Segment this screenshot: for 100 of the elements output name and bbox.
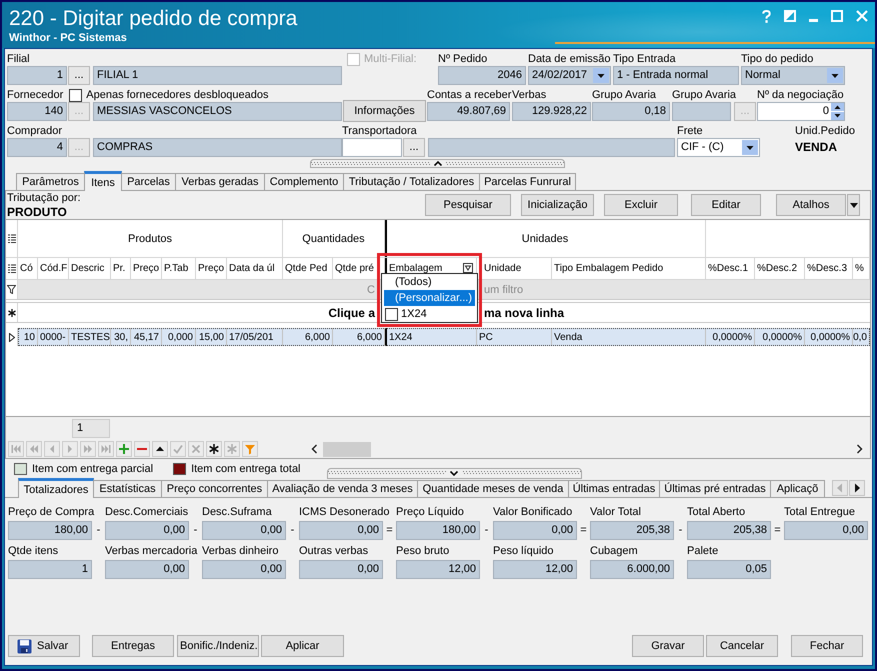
toolbar-button[interactable]: Excluir (604, 194, 678, 216)
dropdown-field[interactable]: CIF - (C) (677, 138, 760, 157)
splitter-handle[interactable] (326, 468, 582, 479)
tab[interactable]: Quantidade meses de venda (417, 480, 569, 497)
column-header[interactable]: %Desc.2 (757, 263, 798, 274)
column-header[interactable]: Qtde Ped (285, 263, 328, 274)
lookup-button[interactable]: ... (403, 138, 425, 157)
value-field[interactable]: 205,38 (590, 521, 674, 540)
value-field[interactable]: 0,00 (299, 521, 383, 540)
plus-icon[interactable] (116, 441, 132, 457)
tab[interactable]: Últimas pré entradas (659, 480, 771, 497)
footer-button[interactable]: Fechar (791, 635, 863, 657)
tab[interactable]: Parâmetros (16, 173, 85, 190)
name-field[interactable]: MESSIAS VASCONCELOS (93, 102, 342, 121)
tab[interactable]: Parcelas (121, 173, 176, 190)
column-chooser-icon[interactable] (8, 264, 16, 273)
column-header[interactable]: Data da úl (229, 263, 275, 274)
column-header[interactable]: Preço (133, 263, 160, 274)
dropdown-field[interactable]: 24/02/2017 (528, 66, 611, 85)
column-header[interactable]: Unidade (484, 263, 522, 274)
value-field[interactable]: 0,18 (592, 102, 670, 121)
toolbar-button[interactable]: Inicialização (521, 194, 594, 216)
toolbar-button[interactable]: Editar (691, 194, 761, 216)
tab[interactable]: Preço concorrentes (161, 480, 268, 497)
scroll-right-icon[interactable] (856, 444, 863, 454)
name-field[interactable]: FILIAL 1 (93, 66, 342, 85)
column-header[interactable]: Cód.F (40, 263, 68, 274)
code-field[interactable]: 140 (7, 102, 67, 121)
maximize-icon[interactable] (831, 10, 843, 22)
column-header[interactable]: Tipo Embalagem Pedido (554, 263, 664, 274)
column-header[interactable]: Pr. (113, 263, 126, 274)
value-field[interactable]: 49.807,69 (427, 102, 510, 121)
value-field[interactable]: 0,00 (202, 521, 286, 540)
value-field[interactable]: 205,38 (687, 521, 771, 540)
value-field[interactable]: 0,00 (784, 521, 868, 540)
spin-up-icon[interactable] (831, 103, 844, 111)
name-field[interactable] (428, 138, 675, 157)
tab[interactable]: Tributação / Totalizadores (343, 173, 480, 190)
column-header[interactable]: Qtde pré (335, 263, 374, 274)
toolbar-button[interactable]: Pesquisar (425, 194, 511, 216)
footer-button[interactable]: Bonific./Indeniz. (177, 635, 259, 657)
checkbox[interactable] (385, 308, 398, 320)
value-field[interactable]: 180,00 (396, 521, 480, 540)
footer-button[interactable]: Salvar (8, 635, 80, 657)
column-header[interactable]: %Desc.3 (807, 263, 848, 274)
spin-field[interactable]: 0 (757, 102, 845, 121)
table-row[interactable]: 10 0000- TESTES 30, 45,17 0,000 15,00 17/05/201 6,000 6,000 1X24 PC Venda 0,0000% 0,0000% 0,0000% 0,0 (18, 328, 870, 346)
value-field[interactable]: 0,00 (202, 560, 286, 579)
footer-button[interactable]: Aplicar (261, 635, 344, 657)
lookup-button[interactable]: ... (68, 66, 90, 85)
tab[interactable]: Parcelas Funrural (479, 173, 576, 190)
tab[interactable]: Avaliação de venda 3 meses (267, 480, 418, 497)
help-icon[interactable] (762, 10, 771, 23)
value-field[interactable]: 0,00 (105, 560, 189, 579)
column-header[interactable]: % (855, 263, 864, 274)
tab[interactable]: Últimas entradas (568, 480, 660, 497)
info-button[interactable]: Informações (343, 100, 426, 122)
column-header[interactable]: P.Tab (164, 263, 188, 274)
scroll-left-icon[interactable] (311, 444, 318, 454)
dropdown-option[interactable]: 1X24 (401, 308, 427, 320)
tab[interactable]: Itens (84, 171, 122, 191)
code-field[interactable]: 1 (7, 66, 67, 85)
value-field[interactable]: 1 (8, 560, 92, 579)
name-field[interactable]: COMPRAS (93, 138, 342, 157)
value-field[interactable]: 1 - Entrada normal (613, 66, 739, 85)
footer-button[interactable]: Gravar (632, 635, 704, 657)
dropdown-field[interactable]: Normal (741, 66, 845, 85)
value-field[interactable]: 0,00 (493, 521, 577, 540)
footer-button[interactable]: Cancelar (706, 635, 778, 657)
value-field[interactable]: 12,00 (396, 560, 480, 579)
value-field[interactable]: 180,00 (8, 521, 92, 540)
new-row-hint[interactable]: Clique a (328, 306, 375, 320)
splitter-handle[interactable] (310, 159, 565, 168)
checkbox-label[interactable]: Apenas fornecedores desbloqueados (86, 88, 269, 102)
value-field[interactable]: 0,00 (105, 521, 189, 540)
value-field[interactable]: 0,00 (299, 560, 383, 579)
dropdown-option[interactable]: (Personalizar...) (384, 290, 475, 306)
dropdown-icon[interactable] (463, 263, 473, 273)
asterisk-icon[interactable] (206, 441, 222, 457)
column-header[interactable]: %Desc.1 (708, 263, 748, 274)
spin-down-icon[interactable] (831, 112, 844, 120)
value-field[interactable]: 0,05 (687, 560, 771, 579)
filter-icon[interactable] (7, 285, 16, 294)
value-field[interactable] (672, 102, 731, 121)
triangle-up-icon[interactable] (152, 441, 168, 457)
column-header[interactable]: Descric (71, 263, 104, 274)
code-field[interactable]: 4 (7, 138, 67, 157)
column-header[interactable]: Preço (198, 263, 224, 274)
tab[interactable]: Verbas geradas (175, 173, 265, 190)
scrollbar-thumb[interactable] (323, 442, 371, 456)
new-row-hint[interactable]: ma nova linha (484, 306, 564, 320)
close-icon[interactable] (856, 10, 868, 22)
tab[interactable]: Complemento (264, 173, 344, 190)
column-header[interactable]: Có (20, 263, 33, 274)
value-field[interactable]: 129.928,22 (512, 102, 591, 121)
minus-icon[interactable] (134, 441, 150, 457)
value-field[interactable]: 12,00 (493, 560, 577, 579)
code-field[interactable] (342, 138, 402, 157)
tab[interactable]: Aplicaçõ (770, 480, 825, 497)
value-field[interactable]: 6.000,00 (590, 560, 674, 579)
